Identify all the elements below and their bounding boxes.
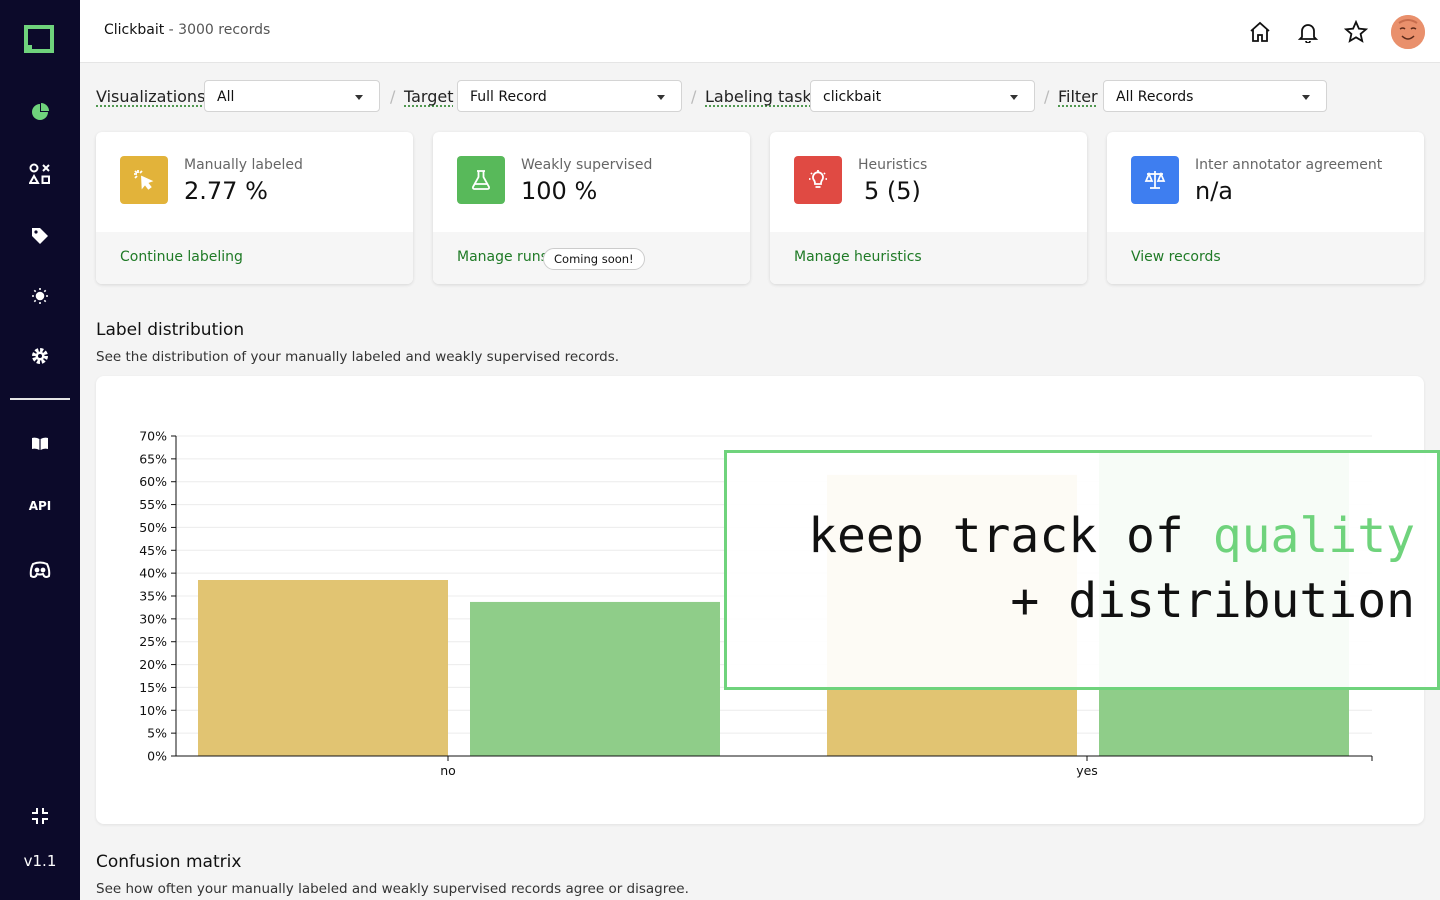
y-tick-label: 65%: [139, 451, 167, 466]
manage-runs-link[interactable]: Manage runs: [457, 249, 548, 265]
y-tick-label: 25%: [139, 634, 167, 649]
weakly-supervised-card: Weakly supervised 100 % Manage runs Comi…: [433, 132, 750, 284]
chevron-down-icon: [657, 95, 665, 100]
discord-icon[interactable]: [20, 550, 60, 590]
callout-highlight: quality: [1212, 508, 1415, 564]
pie-chart-icon[interactable]: [20, 92, 60, 132]
lightbulb-icon[interactable]: [20, 276, 60, 316]
cursor-click-icon: [120, 156, 168, 204]
y-tick-label: 20%: [139, 657, 167, 672]
weakly-supervised-value: 100 %: [521, 177, 598, 205]
tag-icon[interactable]: [20, 216, 60, 256]
bell-icon[interactable]: [1292, 16, 1324, 48]
record-count: 3000 records: [178, 22, 271, 38]
y-tick-label: 5%: [147, 726, 167, 741]
label-distribution-title: Label distribution: [96, 320, 245, 340]
y-tick-label: 40%: [139, 566, 167, 581]
home-icon[interactable]: [1244, 16, 1276, 48]
continue-labeling-link[interactable]: Continue labeling: [120, 249, 243, 265]
version-label: v1.1: [23, 852, 57, 870]
y-tick-label: 15%: [139, 680, 167, 695]
y-tick-label: 50%: [139, 520, 167, 535]
star-icon[interactable]: [1340, 16, 1372, 48]
y-tick-label: 30%: [139, 611, 167, 626]
y-tick-label: 0%: [147, 749, 167, 764]
top-header: Clickbait - 3000 records: [80, 0, 1440, 63]
y-tick-label: 10%: [139, 703, 167, 718]
confusion-matrix-title: Confusion matrix: [96, 852, 242, 872]
user-avatar[interactable]: [1391, 15, 1425, 49]
chevron-down-icon: [1010, 95, 1018, 100]
labeling-task-select[interactable]: clickbait: [810, 80, 1035, 112]
x-tick-label: no: [440, 763, 456, 778]
filter-label: Filter: [1058, 87, 1098, 106]
view-records-link[interactable]: View records: [1131, 249, 1221, 265]
y-tick-label: 70%: [139, 429, 167, 444]
scale-icon: [1131, 156, 1179, 204]
labeling-task-label: Labeling task: [705, 87, 812, 106]
heuristics-card: Heuristics 5 (5) Manage heuristics: [770, 132, 1087, 284]
book-icon[interactable]: [20, 424, 60, 464]
project-name: Clickbait: [104, 22, 165, 38]
api-label: API: [28, 499, 52, 513]
shapes-icon[interactable]: [20, 154, 60, 194]
confusion-matrix-subtitle: See how often your manually labeled and …: [96, 881, 689, 897]
manage-heuristics-link[interactable]: Manage heuristics: [794, 249, 922, 265]
visualizations-select[interactable]: All: [204, 80, 380, 112]
flask-icon: [457, 156, 505, 204]
y-tick-label: 35%: [139, 589, 167, 604]
settings-icon[interactable]: [20, 336, 60, 376]
inter-annotator-value: n/a: [1195, 177, 1234, 205]
lightbulb-icon: [794, 156, 842, 204]
collapse-icon[interactable]: [20, 796, 60, 836]
sidebar: API v1.1: [0, 0, 80, 900]
target-label: Target: [404, 87, 454, 106]
chevron-down-icon: [355, 95, 363, 100]
logo-icon[interactable]: [20, 20, 60, 60]
target-select[interactable]: Full Record: [457, 80, 682, 112]
chevron-down-icon: [1302, 95, 1310, 100]
label-distribution-subtitle: See the distribution of your manually la…: [96, 349, 620, 365]
breadcrumb: Clickbait - 3000 records: [104, 22, 271, 38]
bar-no-series-1: [198, 580, 448, 756]
manually-labeled-card: Manually labeled 2.77 % Continue labelin…: [96, 132, 413, 284]
api-link[interactable]: API: [20, 486, 60, 526]
inter-annotator-card: Inter annotator agreement n/a View recor…: [1107, 132, 1424, 284]
visualizations-label: Visualizations: [96, 87, 206, 106]
sidebar-divider: [10, 398, 70, 400]
filter-select[interactable]: All Records: [1103, 80, 1327, 112]
coming-soon-badge: Coming soon!: [543, 248, 645, 270]
y-tick-label: 60%: [139, 474, 167, 489]
y-tick-label: 45%: [139, 543, 167, 558]
manually-labeled-value: 2.77 %: [184, 177, 268, 205]
bar-no-series-2: [470, 601, 720, 756]
y-tick-label: 55%: [139, 497, 167, 512]
heuristics-value: 5 (5): [864, 177, 921, 205]
promo-callout: keep track of quality + distribution: [724, 450, 1440, 690]
x-tick-label: yes: [1076, 763, 1098, 778]
